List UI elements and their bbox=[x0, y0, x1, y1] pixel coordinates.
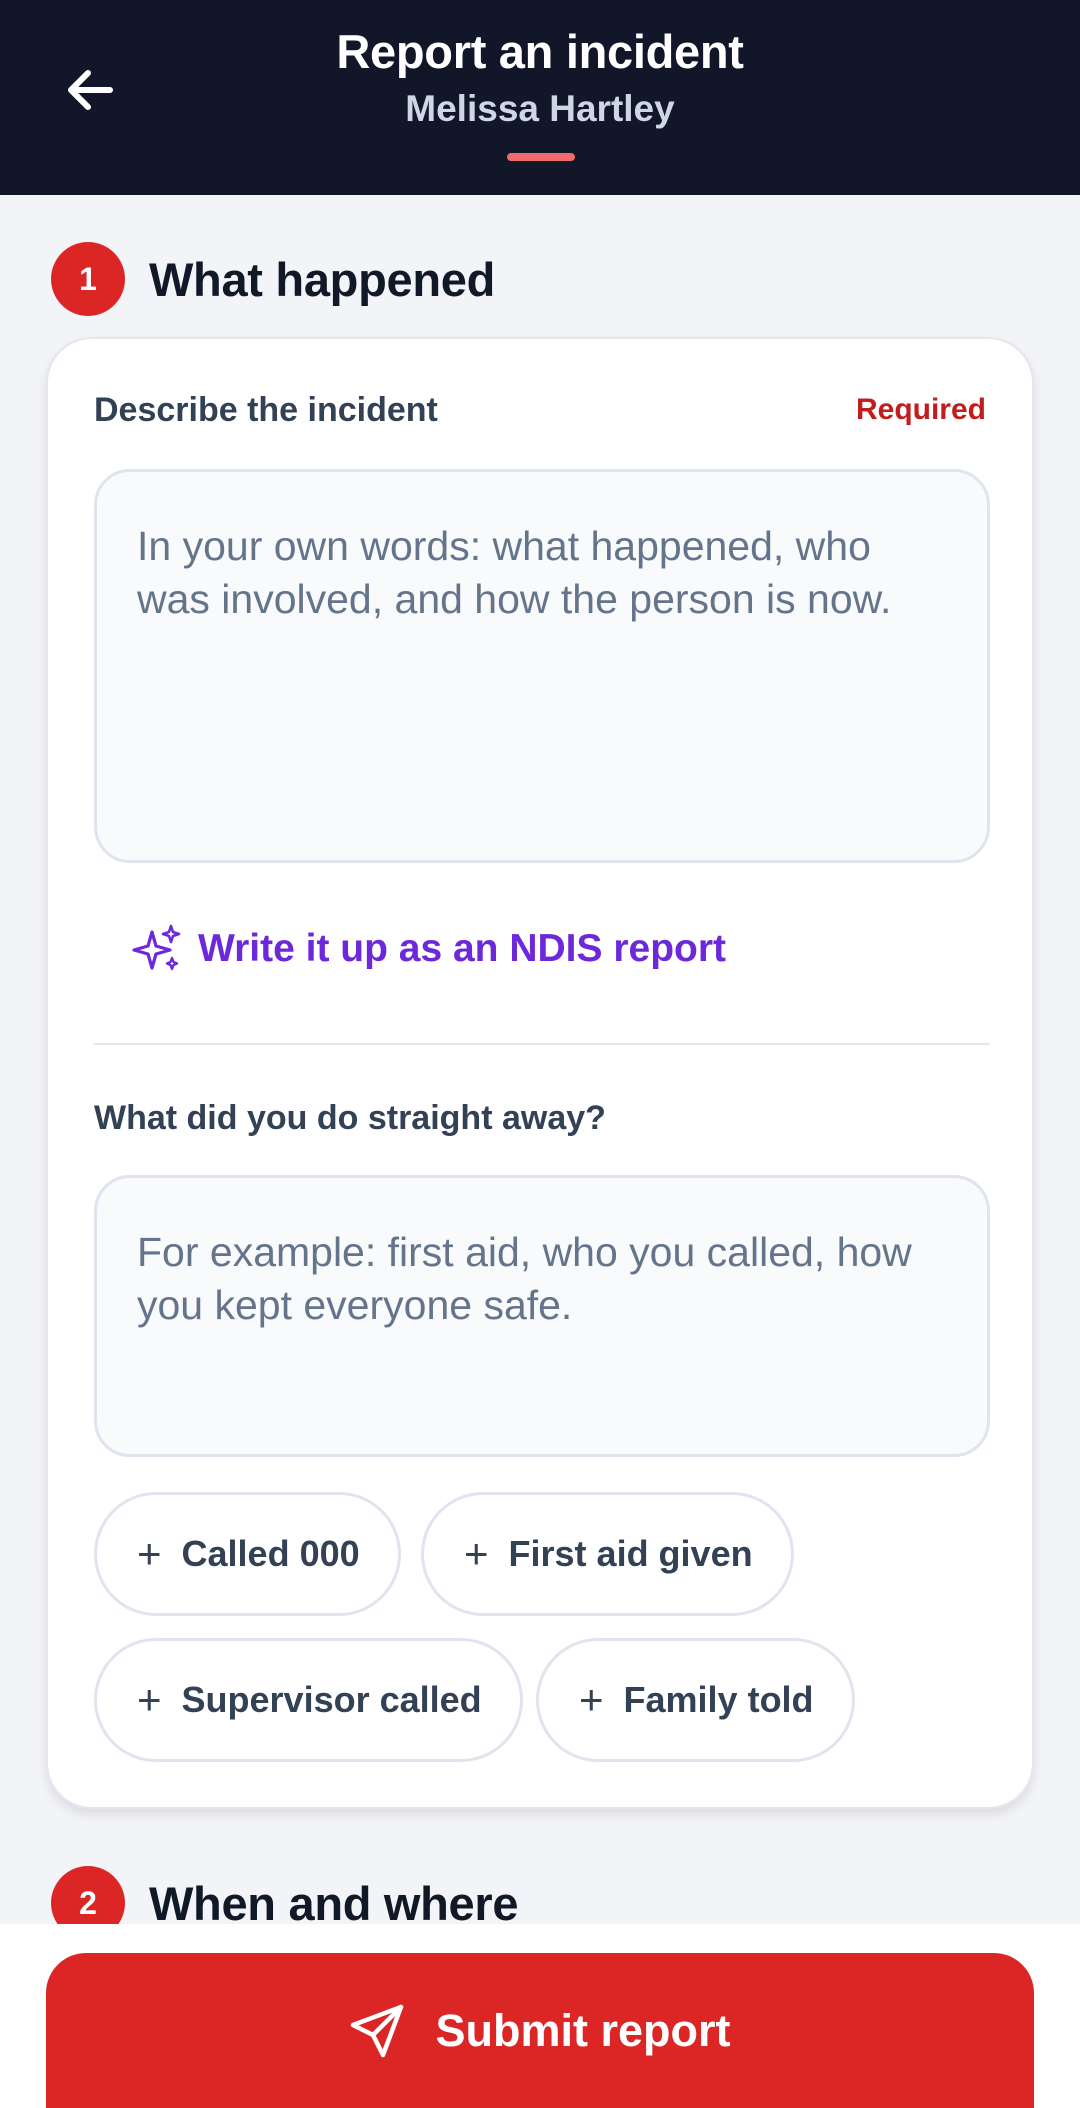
describe-incident-textarea[interactable]: In your own words: what happened, who wa… bbox=[94, 469, 990, 863]
actions-label: What did you do straight away? bbox=[94, 1099, 606, 1137]
chip-label: First aid given bbox=[508, 1533, 753, 1574]
chip-label: Family told bbox=[623, 1679, 814, 1720]
what-happened-card: Describe the incident Required In your o… bbox=[46, 337, 1034, 1809]
plus-icon: + bbox=[137, 1676, 162, 1723]
app-header: Report an incident Melissa Hartley bbox=[0, 0, 1080, 195]
client-name: Melissa Hartley bbox=[405, 88, 675, 129]
ndis-report-link-label: Write it up as an NDIS report bbox=[198, 927, 727, 970]
submit-label: Submit report bbox=[435, 2004, 731, 2056]
card-divider bbox=[94, 1043, 990, 1045]
plus-icon: + bbox=[464, 1530, 489, 1577]
chip-label: Called 000 bbox=[181, 1533, 360, 1574]
header-accent-bar bbox=[507, 153, 575, 161]
describe-placeholder: In your own words: what happened, who wa… bbox=[137, 523, 892, 622]
section-title: What happened bbox=[149, 252, 495, 306]
actions-placeholder: For example: first aid, who you called, … bbox=[137, 1229, 912, 1328]
chip-label: Supervisor called bbox=[181, 1679, 482, 1720]
plus-icon: + bbox=[579, 1676, 604, 1723]
submit-report-button[interactable]: Submit report bbox=[46, 1953, 1034, 2108]
chip-supervisor-called[interactable]: + Supervisor called bbox=[94, 1638, 523, 1762]
section-title: When and where bbox=[149, 1876, 519, 1930]
chip-called-000[interactable]: + Called 000 bbox=[94, 1492, 401, 1616]
plus-icon: + bbox=[137, 1530, 162, 1577]
required-badge: Required bbox=[855, 393, 986, 426]
ndis-report-ai-link[interactable]: Write it up as an NDIS report bbox=[132, 924, 726, 974]
immediate-actions-textarea[interactable]: For example: first aid, who you called, … bbox=[94, 1175, 990, 1457]
section-header-what-happened: 1 What happened bbox=[51, 242, 495, 316]
chip-first-aid-given[interactable]: + First aid given bbox=[421, 1492, 794, 1616]
describe-label: Describe the incident bbox=[94, 391, 438, 429]
chip-family-told[interactable]: + Family told bbox=[536, 1638, 855, 1762]
send-icon bbox=[351, 2004, 404, 2057]
sparkles-icon bbox=[132, 924, 181, 971]
step-number-badge: 1 bbox=[51, 242, 125, 316]
page-title: Report an incident bbox=[336, 25, 744, 78]
